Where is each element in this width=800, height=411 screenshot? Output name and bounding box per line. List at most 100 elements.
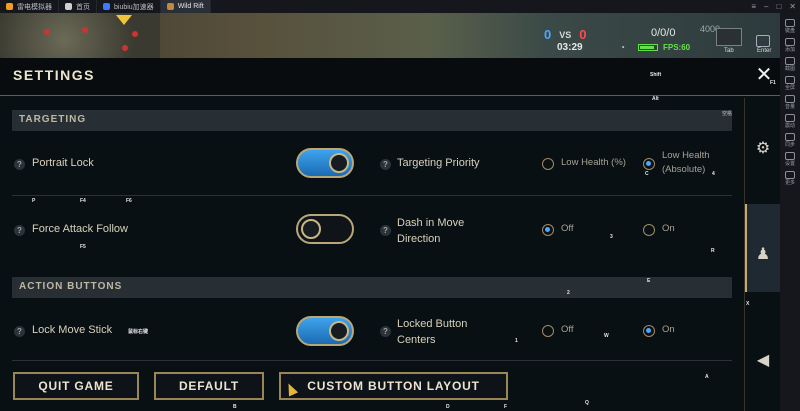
page-title: SETTINGS xyxy=(13,67,96,83)
section-action-buttons: ACTION BUTTONS xyxy=(12,277,732,298)
gear-icon xyxy=(784,152,795,160)
custom-button-layout-button[interactable]: CUSTOM BUTTON LAYOUT xyxy=(279,372,508,400)
radio-locked-off[interactable] xyxy=(542,325,554,337)
w-key-hint: W xyxy=(604,333,609,339)
portrait-lock-label: Portrait Lock xyxy=(32,157,94,169)
minimize-icon[interactable]: – xyxy=(764,2,768,11)
kda-counter: 0/0/0 xyxy=(651,27,676,39)
tab-key-icon[interactable] xyxy=(716,28,742,46)
blue-score: 0 xyxy=(544,27,552,42)
help-icon[interactable]: ? xyxy=(14,159,25,170)
minimap[interactable] xyxy=(0,13,160,58)
toggle-knob xyxy=(329,321,349,341)
f5-key-hint: F5 xyxy=(80,244,86,250)
sync-icon xyxy=(784,133,795,141)
red-score: 0 xyxy=(579,27,587,42)
fullscreen-icon xyxy=(784,76,795,84)
vibrate-icon xyxy=(784,114,795,122)
enter-key-icon[interactable] xyxy=(756,35,770,47)
tab-wild-rift[interactable]: Wild Rift xyxy=(160,0,211,13)
section-targeting: TARGETING xyxy=(12,110,732,131)
row-separator xyxy=(12,360,732,361)
lock-move-stick-toggle[interactable] xyxy=(296,316,354,346)
toolbar-sync[interactable]: 同步 xyxy=(784,133,795,148)
help-icon[interactable]: ? xyxy=(380,225,391,236)
force-attack-follow-label: Force Attack Follow xyxy=(32,223,128,235)
tab-home[interactable]: 首页 xyxy=(59,0,97,13)
toolbar-volume[interactable]: 音量 xyxy=(784,95,795,110)
help-icon[interactable]: ? xyxy=(380,159,391,170)
help-icon[interactable]: ? xyxy=(380,326,391,337)
shift-key-hint: Shift xyxy=(650,72,662,78)
d-key-hint: D xyxy=(446,404,450,410)
radio-locked-on[interactable] xyxy=(643,325,655,337)
speaker-icon[interactable]: ◀ xyxy=(754,352,772,370)
f-key-hint: F xyxy=(504,404,508,410)
row-separator xyxy=(12,195,732,196)
toolbar-add[interactable]: 添加 xyxy=(784,38,795,53)
targeting-priority-label: Targeting Priority xyxy=(397,157,480,169)
settings-side-nav: ⚙ ♟ ◀ xyxy=(744,98,781,411)
toolbar-fullscreen[interactable]: 全屏 xyxy=(784,76,795,91)
force-attack-follow-toggle[interactable] xyxy=(296,214,354,244)
volume-icon xyxy=(784,95,795,103)
home-icon xyxy=(65,3,72,10)
a-key-hint: A xyxy=(705,374,709,380)
controls-icon[interactable]: ♟ xyxy=(754,246,772,264)
help-icon[interactable]: ? xyxy=(14,326,25,337)
settings-panel: SETTINGS ✕ F1 Shift Alt 空格 ⚙ ♟ ◀ TARGETI… xyxy=(0,58,781,411)
tab-emulator-home[interactable]: 雷电模拟器 xyxy=(0,0,59,13)
accelerator-icon xyxy=(103,3,110,10)
right-mouse-key-hint: 鼠标右键 xyxy=(128,329,149,335)
wifi-icon: ◔ xyxy=(620,43,625,52)
minimap-marker xyxy=(122,45,128,51)
default-button[interactable]: DEFAULT xyxy=(154,372,264,400)
lock-move-stick-label: Lock Move Stick xyxy=(32,324,113,336)
add-icon xyxy=(784,38,795,46)
battery-icon xyxy=(638,44,658,51)
minimap-marker xyxy=(82,27,88,33)
gear-icon[interactable]: ⚙ xyxy=(754,140,772,158)
radio-dash-off[interactable] xyxy=(542,224,554,236)
radio-label: Low Health (%) xyxy=(561,157,626,168)
two-key-hint: 2 xyxy=(567,290,570,296)
help-icon[interactable]: ? xyxy=(14,225,25,236)
menu-icon[interactable]: ≡ xyxy=(751,2,756,11)
radio-label: On xyxy=(662,223,675,234)
toolbar-keyboard[interactable]: 键盘 xyxy=(784,19,795,34)
e-key-hint: E xyxy=(647,278,651,284)
section-label: ACTION BUTTONS xyxy=(19,281,123,292)
close-window-icon[interactable]: ✕ xyxy=(789,2,796,11)
r-key-hint: R xyxy=(711,248,715,254)
tab-label: 雷电模拟器 xyxy=(17,3,52,11)
c-key-hint: C xyxy=(645,171,649,177)
tab-label: biubiu加速器 xyxy=(114,3,154,11)
maximize-icon[interactable]: □ xyxy=(776,2,781,11)
portrait-lock-toggle[interactable] xyxy=(296,148,354,178)
dash-move-direction-label: Dash in Move Direction xyxy=(397,217,465,245)
keyboard-icon xyxy=(784,19,795,27)
more-icon xyxy=(784,171,795,179)
tab-key-label: Tab xyxy=(724,48,734,54)
f6-key-hint: F6 xyxy=(126,198,132,204)
toolbar-vibrate[interactable]: 震动 xyxy=(784,114,795,129)
emulator-logo-icon xyxy=(6,3,13,10)
toggle-knob xyxy=(329,153,349,173)
radio-low-health-percent[interactable] xyxy=(542,158,554,170)
radio-low-health-absolute[interactable] xyxy=(643,158,655,170)
toolbar-screenshot[interactable]: 截图 xyxy=(784,57,795,72)
toolbar-settings[interactable]: 设置 xyxy=(784,152,795,167)
toolbar-more[interactable]: 更多 xyxy=(784,171,795,186)
locked-button-centers-label: Locked Button Centers xyxy=(397,318,468,346)
screenshot-icon xyxy=(784,57,795,65)
tab-label: Wild Rift xyxy=(177,3,204,10)
radio-label: Off xyxy=(561,223,574,234)
quit-game-button[interactable]: QUIT GAME xyxy=(13,372,139,400)
game-hud: 0 VS 0 03:29 ◔ FPS:60 0/0/0 4000 Tab Ent… xyxy=(0,13,780,58)
radio-dash-on[interactable] xyxy=(643,224,655,236)
one-key-hint: 1 xyxy=(515,338,518,344)
tab-accelerator[interactable]: biubiu加速器 xyxy=(97,0,161,13)
f4-key-hint: F4 xyxy=(80,198,86,204)
enter-key-label: Enter xyxy=(757,48,772,54)
three-key-hint: 3 xyxy=(610,234,613,240)
